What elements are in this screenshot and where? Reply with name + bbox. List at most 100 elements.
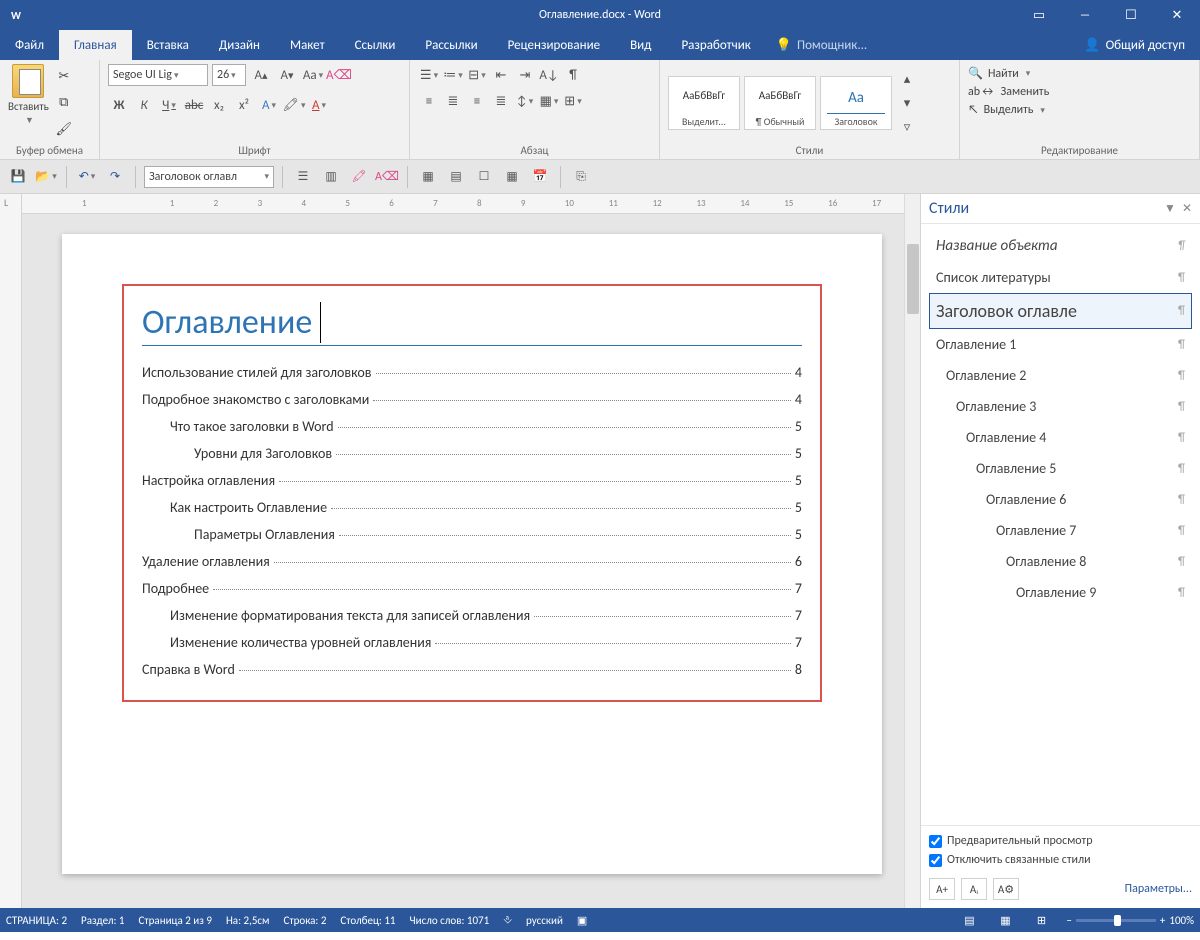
new-style-button[interactable]: A+ <box>929 878 955 900</box>
style-list-item[interactable]: Оглавление 3¶ <box>929 391 1192 422</box>
view-read-button[interactable]: ▤ <box>958 911 980 929</box>
status-col[interactable]: Столбец: 11 <box>340 914 395 927</box>
multilevel-button[interactable]: ⊟▾ <box>466 64 488 86</box>
style-list-item[interactable]: Оглавление 4¶ <box>929 422 1192 453</box>
preview-checkbox[interactable]: Предварительный просмотр <box>929 834 1192 848</box>
tab-design[interactable]: Дизайн <box>204 30 275 60</box>
tab-home[interactable]: Главная <box>59 30 132 60</box>
text-effects-button[interactable]: A▾ <box>258 94 280 116</box>
borders-button[interactable]: ⊞▾ <box>562 90 584 112</box>
styles-scroll-down[interactable]: ▾ <box>896 92 918 114</box>
toc-entry[interactable]: Изменение количества уровней оглавления7 <box>142 634 802 651</box>
scrollbar-thumb[interactable] <box>907 244 919 314</box>
status-page[interactable]: СТРАНИЦА: 2 <box>6 914 67 927</box>
bullets-button[interactable]: ☰▾ <box>418 64 440 86</box>
find-button[interactable]: 🔍Найти▾ <box>968 66 1049 81</box>
status-section[interactable]: Раздел: 1 <box>81 914 124 927</box>
shrink-font-button[interactable]: A▾ <box>276 64 298 86</box>
style-list-item[interactable]: Оглавление 2¶ <box>929 360 1192 391</box>
undo-button[interactable]: ↶▾ <box>75 165 99 189</box>
save-icon[interactable]: 💾 <box>6 165 30 189</box>
font-color-button[interactable]: A▾ <box>308 94 330 116</box>
manage-styles-button[interactable]: A⚙ <box>993 878 1019 900</box>
styles-scroll-up[interactable]: ▴ <box>896 68 918 90</box>
status-page-of[interactable]: Страница 2 из 9 <box>139 914 212 927</box>
toc-entry[interactable]: Уровни для Заголовков5 <box>142 445 802 462</box>
erase-icon[interactable]: A⌫ <box>375 165 399 189</box>
tell-me[interactable]: 💡 Помощник... <box>766 38 877 53</box>
tab-references[interactable]: Ссылки <box>340 30 411 60</box>
status-words[interactable]: Число слов: 1071 <box>410 914 490 927</box>
toc-entry[interactable]: Использование стилей для заголовков4 <box>142 364 802 381</box>
ribbon-display-icon[interactable]: ▭ <box>1016 0 1062 30</box>
font-name-combo[interactable]: Segoe UI Lig▾ <box>108 64 208 86</box>
change-case-button[interactable]: Aa▾ <box>302 64 324 86</box>
maximize-button[interactable]: ☐ <box>1108 0 1154 30</box>
bullets-icon[interactable]: ☰ <box>291 165 315 189</box>
toc-entry[interactable]: Удаление оглавления6 <box>142 553 802 570</box>
replace-button[interactable]: ab↔Заменить <box>968 85 1049 99</box>
sort-button[interactable]: A↓ <box>538 64 560 86</box>
paste-button[interactable]: Вставить ▼ <box>8 64 49 142</box>
pane-dropdown-icon[interactable]: ▼ <box>1164 201 1176 216</box>
close-button[interactable]: ✕ <box>1154 0 1200 30</box>
toc-entry[interactable]: Подробнее7 <box>142 580 802 597</box>
scrollbar-vertical[interactable] <box>904 194 920 908</box>
style-list-item[interactable]: Оглавление 6¶ <box>929 484 1192 515</box>
style-normal[interactable]: АаБбВвГг ¶ Обычный <box>744 76 816 130</box>
open-icon[interactable]: 📂▾ <box>34 165 58 189</box>
style-list-item[interactable]: Оглавление 5¶ <box>929 453 1192 484</box>
toc-entry[interactable]: Параметры Оглавления5 <box>142 526 802 543</box>
status-line[interactable]: Строка: 2 <box>284 914 327 927</box>
view-print-button[interactable]: ▦ <box>994 911 1016 929</box>
pane-close-icon[interactable]: ✕ <box>1182 201 1192 216</box>
style-list-item[interactable]: Оглавление 1¶ <box>929 329 1192 360</box>
status-macro-icon[interactable]: ▣ <box>577 914 587 927</box>
zoom-slider[interactable] <box>1076 919 1156 922</box>
toc-title[interactable]: Оглавление <box>142 302 802 346</box>
underline-button[interactable]: Ч▾ <box>158 94 180 116</box>
tool-icon-1[interactable]: ▦ <box>416 165 440 189</box>
cut-button[interactable]: ✂ <box>53 65 75 87</box>
status-insert-icon[interactable]: ⎀ <box>503 913 512 927</box>
bold-button[interactable]: Ж <box>108 94 130 116</box>
line-spacing-button[interactable]: ↕▾ <box>514 90 536 112</box>
show-marks-button[interactable]: ¶ <box>562 64 584 86</box>
tab-file[interactable]: Файл <box>0 30 59 60</box>
zoom-out-button[interactable]: − <box>1066 914 1071 927</box>
align-left-button[interactable]: ≡ <box>418 90 440 112</box>
align-right-button[interactable]: ≡ <box>466 90 488 112</box>
format-painter-button[interactable]: 🖌 <box>53 119 75 141</box>
share-button[interactable]: 👤 Общий доступ <box>1069 38 1200 53</box>
select-button[interactable]: ↖Выделить▾ <box>968 103 1049 117</box>
subscript-button[interactable]: x₂ <box>208 94 230 116</box>
highlight-button[interactable]: 🖍▾ <box>283 94 305 116</box>
style-heading[interactable]: Аа Заголовок <box>820 76 892 130</box>
italic-button[interactable]: К <box>133 94 155 116</box>
document-page[interactable]: Оглавление Использование стилей для заго… <box>62 234 882 874</box>
align-center-button[interactable]: ≣ <box>442 90 464 112</box>
toc-entry[interactable]: Как настроить Оглавление5 <box>142 499 802 516</box>
clear-formatting-button[interactable]: A⌫ <box>328 64 350 86</box>
justify-button[interactable]: ≣ <box>490 90 512 112</box>
numbering-button[interactable]: ≔▾ <box>442 64 464 86</box>
zoom-level[interactable]: 100% <box>1169 914 1194 927</box>
styles-options-link[interactable]: Параметры... <box>1125 882 1192 896</box>
style-list-item[interactable]: Заголовок оглавле¶ <box>929 293 1192 329</box>
toc-entry[interactable]: Подробное знакомство с заголовками4 <box>142 391 802 408</box>
tool-icon-3[interactable]: ☐ <box>472 165 496 189</box>
style-list-item[interactable]: Оглавление 9¶ <box>929 577 1192 608</box>
toc-entry[interactable]: Что такое заголовки в Word5 <box>142 418 802 435</box>
toc-container[interactable]: Оглавление Использование стилей для заго… <box>122 284 822 702</box>
styles-expand[interactable]: ▿ <box>896 116 918 138</box>
style-list-item[interactable]: Название объекта¶ <box>929 230 1192 262</box>
zoom-in-button[interactable]: + <box>1160 914 1165 927</box>
tab-layout[interactable]: Макет <box>275 30 340 60</box>
increase-indent-button[interactable]: ⇥ <box>514 64 536 86</box>
linked-styles-checkbox[interactable]: Отключить связанные стили <box>929 853 1192 867</box>
font-size-combo[interactable]: 26▾ <box>212 64 246 86</box>
copy-button[interactable]: ⧉ <box>53 92 75 114</box>
tab-developer[interactable]: Разработчик <box>666 30 765 60</box>
tool-icon-2[interactable]: ▤ <box>444 165 468 189</box>
tab-mailings[interactable]: Рассылки <box>410 30 492 60</box>
